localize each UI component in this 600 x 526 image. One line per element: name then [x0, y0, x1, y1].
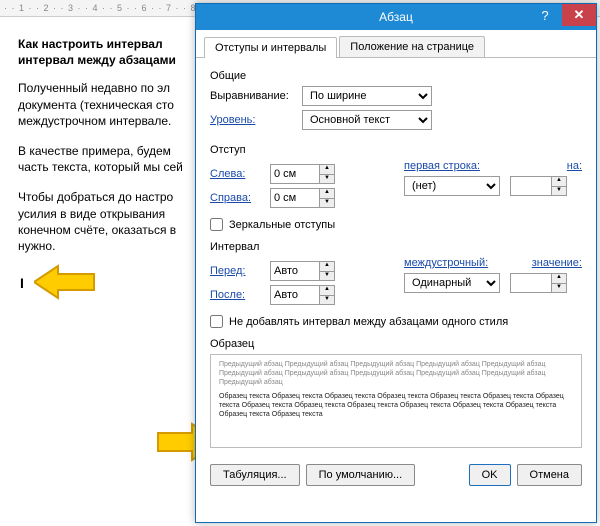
indent-by-label[interactable]: на:: [567, 160, 582, 172]
first-line-label[interactable]: первая строка:: [404, 160, 480, 172]
spin-down-icon[interactable]: ▼: [320, 296, 334, 305]
space-after-spinner[interactable]: ▲▼: [270, 285, 335, 305]
dialog-tabs: Отступы и интервалы Положение на страниц…: [196, 30, 596, 58]
line-spacing-select[interactable]: Одинарный: [404, 273, 500, 293]
spin-down-icon[interactable]: ▼: [320, 272, 334, 281]
ok-button[interactable]: OK: [469, 464, 511, 486]
line-spacing-at-input[interactable]: [511, 274, 551, 292]
indent-left-input[interactable]: [271, 165, 319, 183]
space-after-label[interactable]: После:: [210, 289, 264, 301]
dialog-titlebar[interactable]: Абзац ? ✕: [196, 4, 596, 30]
no-space-same-style-checkbox[interactable]: [210, 315, 223, 328]
paragraph-dialog: Абзац ? ✕ Отступы и интервалы Положение …: [195, 3, 597, 523]
line-spacing-value-label[interactable]: значение:: [532, 257, 582, 269]
help-button[interactable]: ?: [528, 4, 562, 26]
spin-down-icon[interactable]: ▼: [320, 199, 334, 208]
outline-level-select[interactable]: Основной текст: [302, 110, 432, 130]
first-line-select[interactable]: (нет): [404, 176, 500, 196]
spin-up-icon[interactable]: ▲: [320, 286, 334, 296]
line-spacing-at-spinner[interactable]: ▲▼: [510, 273, 567, 293]
close-button[interactable]: ✕: [562, 4, 596, 26]
indent-by-spinner[interactable]: ▲▼: [510, 176, 567, 196]
group-label-sample: Образец: [210, 338, 582, 350]
space-after-input[interactable]: [271, 286, 319, 304]
spin-up-icon[interactable]: ▲: [320, 262, 334, 272]
indent-right-label[interactable]: Справа:: [210, 192, 264, 204]
indent-right-spinner[interactable]: ▲▼: [270, 188, 335, 208]
indent-right-input[interactable]: [271, 189, 319, 207]
group-label-general: Общие: [210, 70, 582, 82]
cancel-button[interactable]: Отмена: [517, 464, 582, 486]
tab-indents-spacing[interactable]: Отступы и интервалы: [204, 37, 337, 58]
spin-up-icon[interactable]: ▲: [552, 274, 566, 284]
spin-down-icon[interactable]: ▼: [552, 187, 566, 196]
mirror-indents-label: Зеркальные отступы: [229, 219, 335, 231]
spin-down-icon[interactable]: ▼: [320, 175, 334, 184]
spin-up-icon[interactable]: ▲: [320, 189, 334, 199]
spin-down-icon[interactable]: ▼: [552, 284, 566, 293]
sample-current-text: Образец текста Образец текста Образец те…: [219, 393, 573, 419]
space-before-label[interactable]: Перед:: [210, 265, 264, 277]
mirror-indents-checkbox[interactable]: [210, 218, 223, 231]
outline-level-label[interactable]: Уровень:: [210, 114, 296, 126]
spin-up-icon[interactable]: ▲: [320, 165, 334, 175]
alignment-select[interactable]: По ширине: [302, 86, 432, 106]
line-spacing-label[interactable]: междустрочный:: [404, 257, 488, 269]
alignment-label: Выравнивание:: [210, 90, 296, 102]
no-space-same-style-label: Не добавлять интервал между абзацами одн…: [229, 316, 508, 328]
text-cursor: I: [20, 275, 24, 291]
group-label-indent: Отступ: [210, 144, 582, 156]
indent-left-spinner[interactable]: ▲▼: [270, 164, 335, 184]
space-before-spinner[interactable]: ▲▼: [270, 261, 335, 281]
set-default-button[interactable]: По умолчанию...: [306, 464, 416, 486]
indent-by-input[interactable]: [511, 177, 551, 195]
space-before-input[interactable]: [271, 262, 319, 280]
tab-page-position[interactable]: Положение на странице: [339, 36, 485, 57]
dialog-title: Абзац: [379, 10, 413, 24]
sample-prev-text: Предыдущий абзац Предыдущий абзац Предыд…: [219, 361, 573, 387]
dialog-button-bar: Табуляция... По умолчанию... OK Отмена: [196, 456, 596, 494]
spin-up-icon[interactable]: ▲: [552, 177, 566, 187]
group-label-interval: Интервал: [210, 241, 582, 253]
sample-preview: Предыдущий абзац Предыдущий абзац Предыд…: [210, 354, 582, 448]
indent-left-label[interactable]: Слева:: [210, 168, 264, 180]
tabs-button[interactable]: Табуляция...: [210, 464, 300, 486]
